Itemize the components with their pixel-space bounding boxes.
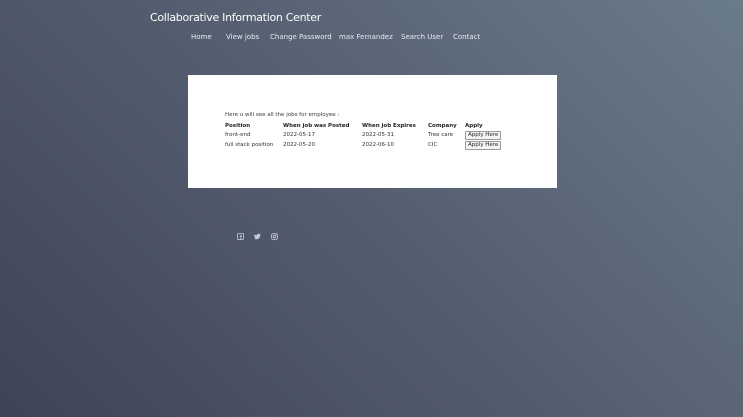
job-company: Tree care [428,132,454,138]
nav-change-password[interactable]: Change Password [270,33,332,41]
twitter-icon[interactable] [254,233,261,240]
facebook-icon[interactable] [237,233,244,240]
jobs-intro-text: Here u will see all the jobs for employe… [225,112,340,118]
nav-contact[interactable]: Contact [453,33,480,41]
job-expires-date: 2022-05-31 [362,132,394,138]
column-header-posted: When job was Posted [283,123,350,129]
job-posted-date: 2022-05-17 [283,132,315,138]
site-title: Collaborative Information Center [150,11,321,24]
job-posted-date: 2022-05-20 [283,142,315,148]
jobs-panel: Here u will see all the jobs for employe… [188,75,557,188]
nav-view-jobs[interactable]: View jobs [226,33,259,41]
job-position: full stack position [225,142,274,148]
apply-here-button[interactable]: Apply Here [465,141,502,150]
main-nav: Home View jobs Change Password max Ferna… [0,33,743,43]
job-expires-date: 2022-06-10 [362,142,394,148]
nav-user-profile[interactable]: max Fernandez [339,33,393,41]
apply-here-button[interactable]: Apply Here [465,131,502,140]
instagram-icon[interactable] [271,233,278,240]
job-position: front-end [225,132,251,138]
column-header-company: Company [428,123,457,129]
column-header-position: Position [225,123,251,129]
nav-search-user[interactable]: Search User [401,33,443,41]
job-company: CIC [428,142,438,148]
nav-home[interactable]: Home [191,33,212,41]
column-header-expires: When job Expires [362,123,416,129]
column-header-apply: Apply [465,123,483,129]
